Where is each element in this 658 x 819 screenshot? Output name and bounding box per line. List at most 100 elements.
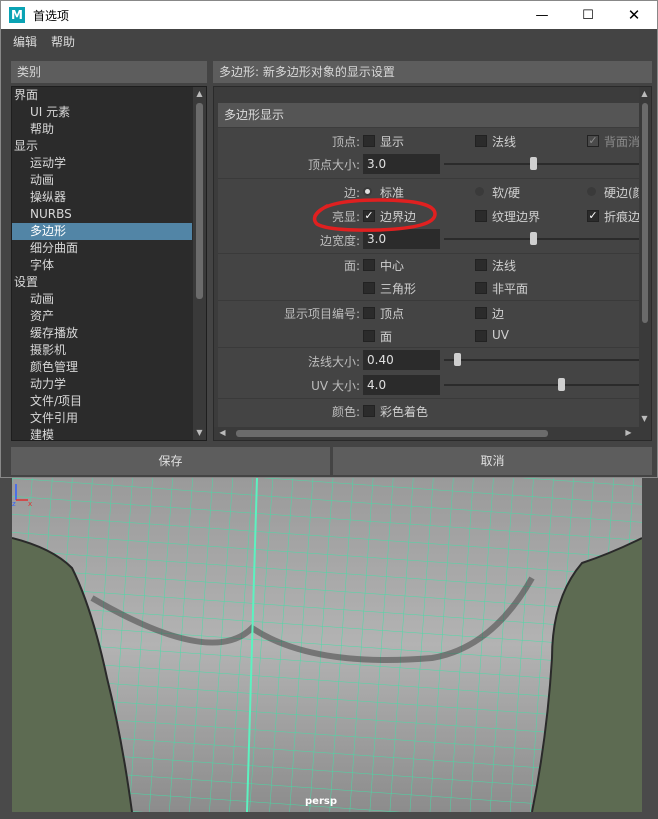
vertex-size-slider[interactable]: [444, 163, 640, 165]
uv-size-label: UV 大小:: [311, 379, 360, 393]
title-bar[interactable]: M 首选项 — ☐ ✕: [1, 1, 657, 29]
category-item[interactable]: 显示: [12, 138, 192, 155]
axis-gizmo: z x: [12, 484, 32, 508]
panel-vertical-scrollbar[interactable]: ▲ ▼: [639, 87, 651, 427]
num-faces-checkbox[interactable]: [363, 330, 375, 342]
scroll-thumb[interactable]: [642, 103, 648, 323]
settings-panel[interactable]: 多边形显示 顶点: 显示 法线 ✓ 背面消 顶点大小: 3.0 边: 标准 软/…: [213, 86, 652, 441]
texture-borders-checkbox[interactable]: [475, 210, 487, 222]
window-title: 首选项: [33, 8, 70, 23]
maximize-icon[interactable]: ☐: [565, 1, 611, 29]
category-item[interactable]: 运动学: [12, 155, 192, 172]
num-uv-checkbox[interactable]: [475, 330, 487, 342]
close-icon[interactable]: ✕: [611, 1, 657, 29]
category-item[interactable]: 操纵器: [12, 189, 192, 206]
annotation-circle: [312, 198, 437, 232]
categories-scrollbar[interactable]: ▲ ▼: [193, 87, 206, 440]
vertex-display-label: 显示: [380, 135, 405, 149]
svg-text:z: z: [12, 500, 16, 508]
category-item[interactable]: 界面: [12, 87, 192, 104]
vertex-normals-label: 法线: [492, 135, 517, 149]
section-body: 顶点: 显示 法线 ✓ 背面消 顶点大小: 3.0 边: 标准 软/硬 硬边(颜…: [218, 128, 640, 428]
color-shading-label: 彩色着色: [380, 405, 429, 419]
uv-size-slider[interactable]: [444, 384, 640, 386]
vertex-size-field[interactable]: 3.0: [363, 154, 440, 174]
edge-hard-radio[interactable]: [587, 187, 596, 196]
vertex-normals-checkbox[interactable]: [475, 135, 487, 147]
categories-list[interactable]: 界面 UI 元素 帮助 显示 运动学 动画 操纵器 NURBS 多边形 细分曲面 字体 设置 动画 资产缓…: [11, 86, 207, 441]
category-item[interactable]: 字体: [12, 257, 192, 274]
category-item[interactable]: 动画: [12, 291, 192, 308]
vertex-size-slider-handle[interactable]: [529, 157, 537, 170]
vertex-label: 顶点:: [331, 135, 360, 149]
categories-header: 类别: [11, 61, 207, 83]
category-item[interactable]: 动画: [12, 172, 192, 189]
face-normals-label: 法线: [492, 259, 517, 273]
edge-width-slider-handle[interactable]: [529, 232, 537, 245]
scroll-thumb[interactable]: [236, 430, 548, 437]
vertex-size-label: 顶点大小:: [307, 158, 360, 172]
menu-help[interactable]: 帮助: [51, 33, 75, 50]
category-item[interactable]: 设置: [12, 274, 192, 291]
uv-size-slider-handle[interactable]: [558, 378, 565, 391]
3d-viewport[interactable]: z x persp: [0, 474, 658, 819]
preferences-window: M 首选项 — ☐ ✕ 编辑 帮助 类别 界面 UI 元素 帮助 显示 运动学 动画 操纵器…: [0, 0, 658, 478]
normal-size-slider[interactable]: [444, 359, 640, 361]
scroll-right-icon[interactable]: ▶: [624, 427, 633, 439]
minimize-icon[interactable]: —: [519, 1, 565, 29]
scroll-down-icon[interactable]: ▼: [640, 413, 649, 425]
edge-softhard-radio[interactable]: [475, 187, 484, 196]
num-edges-checkbox[interactable]: [475, 307, 487, 319]
category-item[interactable]: 建模: [12, 427, 192, 440]
crease-edges-label: 折痕边: [604, 210, 640, 224]
num-vertices-checkbox[interactable]: [363, 307, 375, 319]
category-item[interactable]: 文件引用: [12, 410, 192, 427]
texture-borders-label: 纹理边界: [492, 210, 541, 224]
scroll-down-icon[interactable]: ▼: [195, 427, 204, 439]
scroll-thumb[interactable]: [196, 103, 203, 299]
cancel-button[interactable]: 取消: [333, 447, 652, 475]
camera-label: persp: [305, 796, 337, 807]
category-item[interactable]: 资产: [12, 308, 192, 325]
svg-text:x: x: [28, 500, 32, 508]
color-label: 颜色:: [331, 405, 360, 419]
category-item[interactable]: 帮助: [12, 121, 192, 138]
scroll-up-icon[interactable]: ▲: [195, 88, 204, 100]
normal-size-slider-handle[interactable]: [453, 353, 461, 366]
category-item[interactable]: 多边形: [12, 223, 192, 240]
triangles-checkbox[interactable]: [363, 282, 375, 294]
wireframe-mesh: [12, 478, 642, 812]
category-item[interactable]: 文件/项目: [12, 393, 192, 410]
category-item[interactable]: UI 元素: [12, 104, 192, 121]
face-center-label: 中心: [380, 259, 405, 273]
menu-edit[interactable]: 编辑: [13, 33, 37, 50]
category-item[interactable]: NURBS: [12, 206, 192, 223]
edge-hard-label: 硬边(颜: [604, 186, 640, 200]
category-item[interactable]: 细分曲面: [12, 240, 192, 257]
color-shading-checkbox[interactable]: [363, 405, 375, 417]
scroll-up-icon[interactable]: ▲: [640, 88, 649, 100]
category-item[interactable]: 动力学: [12, 376, 192, 393]
save-button[interactable]: 保存: [11, 447, 330, 475]
edge-width-slider[interactable]: [444, 238, 640, 240]
section-polygon-display[interactable]: 多边形显示: [218, 103, 640, 127]
face-center-checkbox[interactable]: [363, 259, 375, 271]
maya-app-icon: M: [9, 7, 25, 23]
viewport-canvas[interactable]: z x persp: [12, 478, 642, 812]
backface-checkbox[interactable]: ✓: [587, 135, 599, 147]
num-vertices-label: 顶点: [380, 307, 405, 321]
panel-horizontal-scrollbar[interactable]: ◀ ▶: [214, 427, 651, 440]
panel-header: 多边形: 新多边形对象的显示设置: [213, 61, 652, 83]
category-item[interactable]: 颜色管理: [12, 359, 192, 376]
normal-size-field[interactable]: 0.40: [363, 350, 440, 370]
nonplanar-checkbox[interactable]: [475, 282, 487, 294]
category-item[interactable]: 缓存播放: [12, 325, 192, 342]
vertex-display-checkbox[interactable]: [363, 135, 375, 147]
face-label: 面:: [343, 259, 360, 273]
scroll-left-icon[interactable]: ◀: [218, 427, 227, 439]
face-normals-checkbox[interactable]: [475, 259, 487, 271]
crease-edges-checkbox[interactable]: ✓: [587, 210, 599, 222]
menu-bar: 编辑 帮助: [1, 30, 657, 52]
uv-size-field[interactable]: 4.0: [363, 375, 440, 395]
category-item[interactable]: 摄影机: [12, 342, 192, 359]
